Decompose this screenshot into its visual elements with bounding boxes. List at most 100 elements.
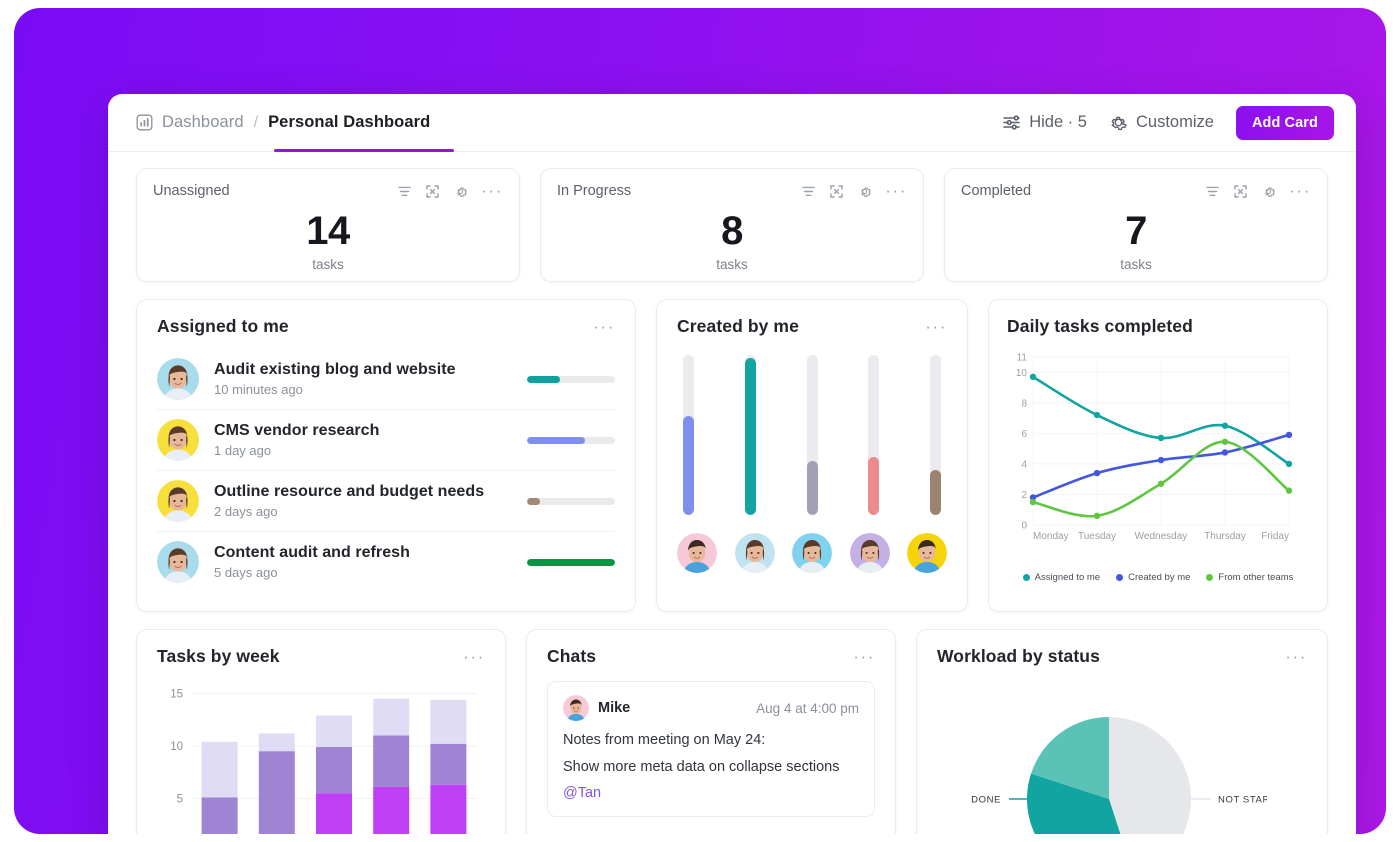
- filter-icon[interactable]: [397, 184, 412, 199]
- gear-icon[interactable]: [1261, 184, 1276, 199]
- chat-mention[interactable]: @Tan: [563, 785, 859, 801]
- legend-label: Assigned to me: [1034, 572, 1101, 583]
- more-icon[interactable]: ···: [593, 318, 615, 335]
- stat-card-unit: tasks: [716, 257, 748, 272]
- task-row[interactable]: Outline resource and budget needs 2 days …: [157, 471, 615, 532]
- bar-segment[interactable]: [316, 747, 352, 794]
- card-header: Workload by status ···: [937, 646, 1307, 667]
- bar-segment[interactable]: [430, 699, 467, 744]
- task-timestamp: 10 minutes ago: [214, 382, 303, 397]
- bar-segment[interactable]: [258, 751, 295, 834]
- bar-segment[interactable]: [373, 698, 410, 736]
- chat-message[interactable]: Mike Aug 4 at 4:00 pm Notes from meeting…: [547, 681, 875, 817]
- bar-segment[interactable]: [430, 784, 467, 834]
- chat-timestamp: Aug 4 at 4:00 pm: [756, 700, 859, 716]
- assigned-to-me-card: Assigned to me ··· Audit existing blog a…: [136, 299, 636, 612]
- chart-bar-icon: [136, 114, 153, 131]
- task-timestamp: 2 days ago: [214, 504, 278, 519]
- gear-icon[interactable]: [453, 184, 468, 199]
- bar-segment[interactable]: [430, 743, 467, 785]
- avatar: [157, 358, 199, 400]
- vertical-bar[interactable]: [683, 355, 694, 515]
- svg-text:6: 6: [1021, 429, 1027, 440]
- pie-slice[interactable]: [1109, 717, 1191, 834]
- avatar[interactable]: [677, 533, 717, 573]
- header-actions: Hide · 5 Customize Add Card: [1002, 105, 1334, 140]
- avatar: [157, 480, 199, 522]
- avatar[interactable]: [849, 533, 890, 573]
- stat-card-icons: ···: [801, 182, 907, 199]
- legend-label: From other teams: [1218, 572, 1294, 583]
- vertical-bar-group: [677, 355, 947, 515]
- task-row[interactable]: CMS vendor research 1 day ago: [157, 410, 615, 471]
- filter-icon[interactable]: [1205, 184, 1220, 199]
- avatar: [563, 695, 589, 721]
- bottom-card-row: Tasks by week ··· 5 10 15 Chats ··· Mike: [136, 629, 1328, 834]
- stat-card-icons: ···: [397, 182, 503, 199]
- expand-icon[interactable]: [829, 184, 844, 199]
- stat-card-header: In Progress ···: [557, 182, 907, 199]
- avatar-row: [677, 533, 947, 573]
- more-icon[interactable]: ···: [463, 648, 485, 665]
- filter-icon[interactable]: [801, 184, 816, 199]
- vertical-bar[interactable]: [806, 355, 818, 515]
- stat-card-completed[interactable]: Completed ··· 7 tasks: [944, 168, 1328, 282]
- stat-card-title: Unassigned: [153, 183, 230, 199]
- stat-card-value: 14: [306, 209, 350, 253]
- more-icon[interactable]: ···: [1289, 182, 1311, 199]
- task-name: Outline resource and budget needs: [214, 483, 485, 500]
- bar-segment[interactable]: [201, 797, 238, 834]
- created-by-me-card: Created by me ···: [656, 299, 968, 612]
- svg-text:2: 2: [1021, 490, 1027, 501]
- stat-card-in-progress[interactable]: In Progress ··· 8 tasks: [540, 168, 924, 282]
- stat-card-unassigned[interactable]: Unassigned ··· 14 tasks: [136, 168, 520, 282]
- bar-segment[interactable]: [316, 715, 352, 748]
- task-name: CMS vendor research: [214, 422, 380, 439]
- legend-item[interactable]: Assigned to me: [1022, 572, 1101, 583]
- expand-icon[interactable]: [425, 184, 440, 199]
- more-icon[interactable]: ···: [853, 648, 875, 665]
- pie-chart-svg: DONE NOT STARTED: [971, 717, 1290, 834]
- legend-swatch: [1022, 574, 1030, 581]
- middle-card-row: Assigned to me ··· Audit existing blog a…: [136, 299, 1328, 612]
- bar-segment[interactable]: [201, 741, 238, 798]
- hide-button[interactable]: Hide · 5: [1002, 113, 1087, 132]
- avatar[interactable]: [792, 533, 832, 573]
- breadcrumb-current[interactable]: Personal Dashboard: [268, 94, 430, 151]
- more-icon[interactable]: ···: [925, 318, 947, 335]
- gear-icon[interactable]: [857, 184, 872, 199]
- bar-segment[interactable]: [258, 733, 295, 752]
- legend-item[interactable]: From other teams: [1206, 572, 1293, 583]
- bar-segment[interactable]: [316, 793, 352, 834]
- more-icon[interactable]: ···: [1285, 648, 1307, 665]
- card-header: Daily tasks completed: [1007, 316, 1309, 337]
- task-row[interactable]: Content audit and refresh 5 days ago: [157, 532, 615, 592]
- sliders-icon: [1002, 113, 1021, 132]
- bar-segment[interactable]: [373, 786, 410, 834]
- line-chart-svg: 0 2 4 6 8 10 11 Monday Tuesday Wednesday Thursday F…: [1016, 353, 1293, 542]
- bar-segment[interactable]: [373, 735, 410, 787]
- active-tab-indicator: [274, 149, 454, 152]
- pie-label-done: DONE: [971, 795, 1001, 806]
- legend-item[interactable]: Created by me: [1116, 572, 1190, 583]
- line-chart: 0 2 4 6 8 10 11 Monday Tuesday Wednesday Thursday F…: [1007, 347, 1309, 584]
- vertical-bar[interactable]: [744, 355, 756, 515]
- chats-card: Chats ··· Mike Aug 4 at 4:00 pm Notes fr…: [526, 629, 896, 834]
- customize-button[interactable]: Customize: [1109, 113, 1214, 132]
- app-window: Dashboard / Personal Dashboard Hide · 5 …: [108, 94, 1356, 834]
- breadcrumb-root[interactable]: Dashboard: [162, 113, 244, 132]
- avatar[interactable]: [734, 533, 775, 573]
- avatar[interactable]: [907, 533, 947, 573]
- vertical-bar[interactable]: [868, 355, 880, 515]
- vertical-bar[interactable]: [930, 355, 941, 515]
- more-icon[interactable]: ···: [481, 182, 503, 199]
- card-header: Created by me ···: [677, 316, 947, 337]
- add-card-button[interactable]: Add Card: [1235, 105, 1334, 140]
- expand-icon[interactable]: [1233, 184, 1248, 199]
- more-icon[interactable]: ···: [885, 182, 907, 199]
- stat-card-header: Completed ···: [961, 182, 1311, 199]
- pie-label-not-started: NOT STARTED: [1218, 795, 1267, 806]
- task-row[interactable]: Audit existing blog and website 10 minute…: [157, 349, 615, 410]
- chat-author: Mike: [598, 700, 631, 716]
- card-header: Assigned to me ···: [157, 316, 615, 337]
